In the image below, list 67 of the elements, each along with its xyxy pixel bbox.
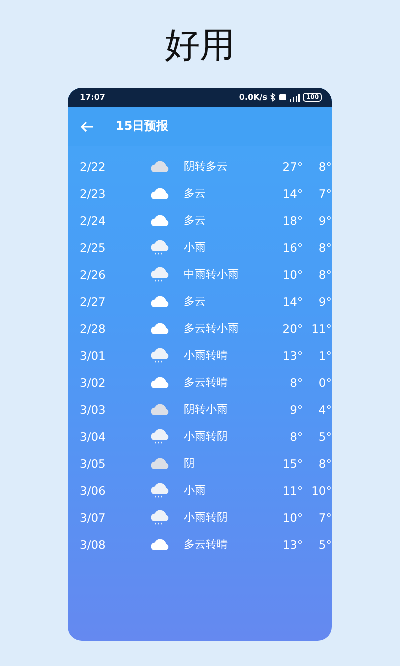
screen-title: 15日预报 xyxy=(116,118,169,135)
forecast-date: 3/02 xyxy=(79,376,107,390)
high-temperature: 16° xyxy=(282,240,304,254)
weather-condition: 小雨转阴 xyxy=(183,429,230,444)
bluetooth-icon xyxy=(270,93,276,102)
forecast-date: 2/22 xyxy=(79,160,107,174)
forecast-date: 3/06 xyxy=(79,484,107,498)
high-temperature: 14° xyxy=(282,186,304,200)
low-temperature: 7° xyxy=(318,510,332,524)
headline: 好用 xyxy=(165,25,235,68)
forecast-date: 2/24 xyxy=(79,214,107,228)
weather-condition: 多云转晴 xyxy=(183,375,230,390)
high-temperature: 10° xyxy=(282,510,304,524)
forecast-date: 3/01 xyxy=(79,348,107,362)
low-temperature: 10° xyxy=(310,484,332,498)
high-temperature: 14° xyxy=(282,294,304,308)
high-temperature: 20° xyxy=(282,322,304,336)
low-temperature: 4° xyxy=(318,402,332,416)
low-temperature: 8° xyxy=(318,160,332,174)
forecast-date: 2/23 xyxy=(79,186,107,200)
low-temperature: 5° xyxy=(318,430,332,444)
high-temperature: 8° xyxy=(289,376,304,390)
high-temperature: 9° xyxy=(289,402,304,416)
weather-condition: 小雨转阴 xyxy=(183,510,230,525)
forecast-date: 2/25 xyxy=(79,240,107,254)
back-arrow-icon[interactable] xyxy=(80,120,94,132)
forecast-date: 2/28 xyxy=(79,322,107,336)
low-temperature: 5° xyxy=(318,538,332,552)
high-temperature: 13° xyxy=(282,348,304,362)
high-temperature: 11° xyxy=(282,484,304,498)
weather-condition: 阴转多云 xyxy=(183,159,230,174)
low-temperature: 0° xyxy=(318,376,332,390)
forecast-date: 3/07 xyxy=(79,510,107,524)
forecast-date: 3/04 xyxy=(79,430,107,444)
low-temperature: 11° xyxy=(310,322,332,336)
high-temperature: 13° xyxy=(282,538,304,552)
network-speed: 0.0K/s xyxy=(239,93,268,102)
high-temperature: 18° xyxy=(282,214,304,228)
high-temperature: 15° xyxy=(282,456,304,470)
weather-condition: 多云 xyxy=(183,213,208,228)
forecast-date: 3/03 xyxy=(79,402,107,416)
weather-condition: 阴转小雨 xyxy=(183,402,230,417)
high-temperature: 27° xyxy=(282,160,304,174)
weather-condition: 多云转小雨 xyxy=(183,321,240,336)
weather-condition: 阴 xyxy=(183,456,196,471)
low-temperature: 1° xyxy=(318,348,332,362)
low-temperature: 7° xyxy=(318,186,332,200)
forecast-date: 2/27 xyxy=(79,294,107,308)
high-temperature: 10° xyxy=(282,268,304,282)
forecast-date: 3/08 xyxy=(79,538,107,552)
weather-condition: 中雨转小雨 xyxy=(183,267,240,282)
signal-icon xyxy=(290,94,300,102)
weather-condition: 多云 xyxy=(183,294,208,309)
weather-condition: 小雨转晴 xyxy=(183,348,230,363)
low-temperature: 8° xyxy=(318,268,332,282)
forecast-date: 3/05 xyxy=(79,456,107,470)
high-temperature: 8° xyxy=(289,430,304,444)
status-time: 17:07 xyxy=(80,93,106,102)
weather-condition: 小雨 xyxy=(183,240,208,255)
low-temperature: 8° xyxy=(318,456,332,470)
weather-condition: 小雨 xyxy=(183,483,208,498)
low-temperature: 9° xyxy=(318,214,332,228)
weather-condition: 多云 xyxy=(183,186,208,201)
weather-condition: 多云转晴 xyxy=(183,537,230,552)
low-temperature: 8° xyxy=(318,240,332,254)
low-temperature: 9° xyxy=(318,294,332,308)
forecast-date: 2/26 xyxy=(79,268,107,282)
